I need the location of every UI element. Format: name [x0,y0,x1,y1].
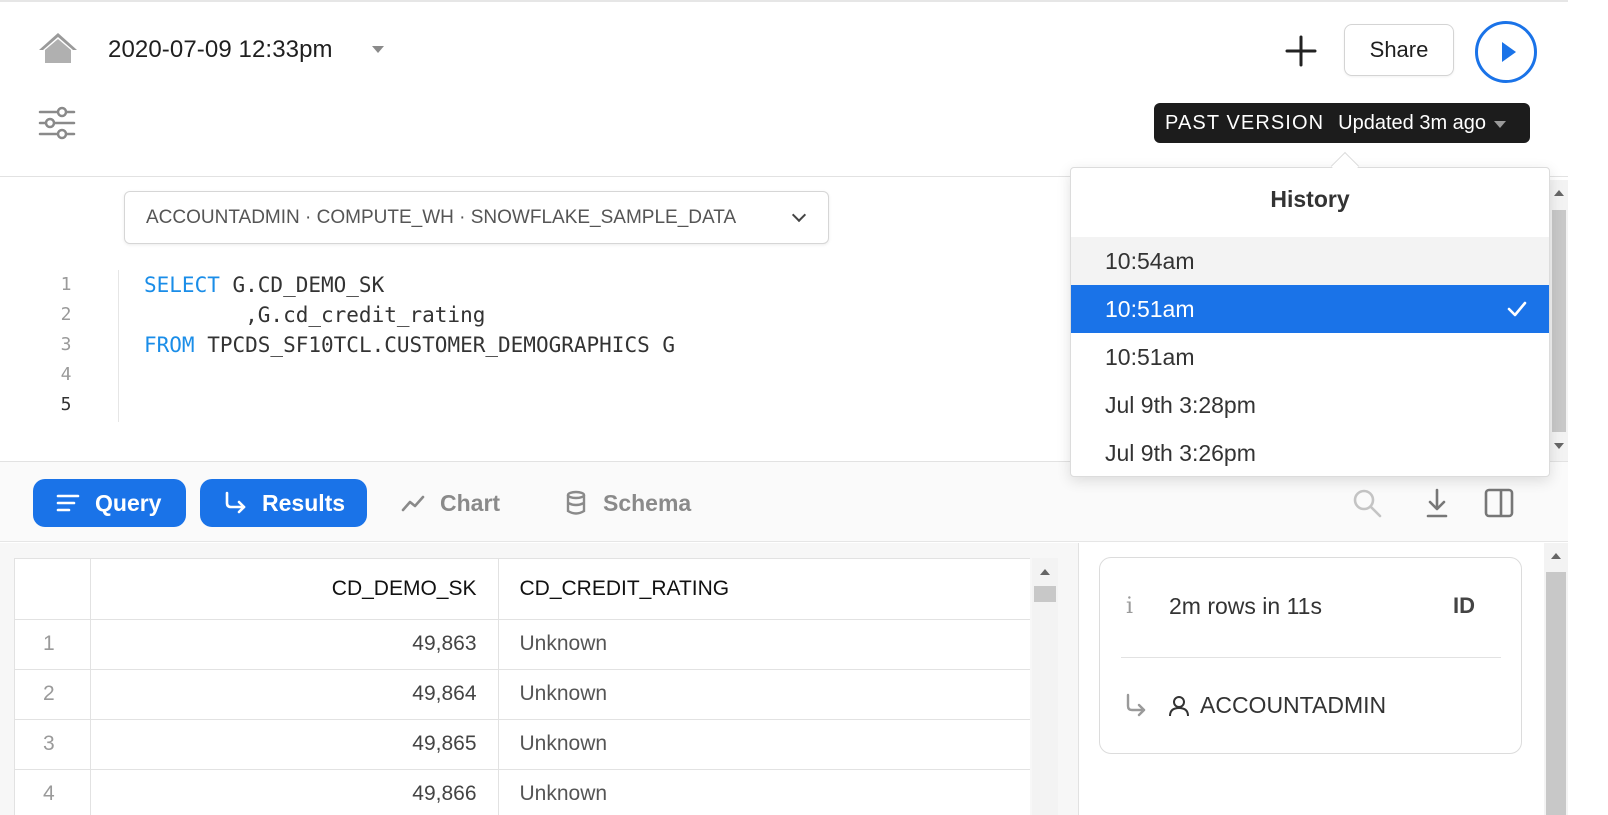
chevron-down-icon [791,207,807,223]
return-arrow-icon [225,491,246,514]
row-index: 3 [15,719,91,770]
table-row[interactable]: 1 49,863 Unknown [15,619,1030,670]
line-number: 1 [60,274,72,295]
lines-icon [56,494,80,512]
row-index: 2 [15,669,91,720]
column-header[interactable]: CD_CREDIT_RATING [498,559,1030,620]
table-cell[interactable]: Unknown [498,769,1030,815]
table-cell[interactable]: Unknown [498,619,1030,670]
results-table: CD_DEMO_SK CD_CREDIT_RATING 1 49,863 Unk… [14,558,1030,815]
table-cell[interactable]: 49,865 [90,719,499,770]
context-selector[interactable]: ACCOUNTADMIN · COMPUTE_WH · SNOWFLAKE_SA… [124,191,829,244]
return-arrow-icon [1124,692,1148,718]
table-row[interactable]: 4 49,866 Unknown [15,769,1030,815]
sql-editor[interactable]: SELECT G.CD_DEMO_SK ,G.cd_credit_rating … [144,270,675,420]
table-scroll-thumb[interactable] [1034,586,1056,602]
home-icon[interactable] [36,30,80,66]
history-item-label: 10:51am [1105,295,1195,322]
history-item[interactable]: 10:54am [1071,237,1549,285]
code-line: SELECT G.CD_DEMO_SK [144,270,675,300]
database-icon [566,490,586,515]
info-icon: i [1126,594,1134,619]
scroll-down-icon[interactable] [1554,443,1564,449]
card-divider [1121,657,1501,658]
tab-query[interactable]: Query [33,479,186,527]
split-panel-icon[interactable] [1482,486,1516,520]
add-icon[interactable] [1280,30,1322,72]
code-text: TPCDS_SF10TCL.CUSTOMER_DEMOGRAPHICS G [194,333,676,357]
table-cell[interactable]: 49,866 [90,769,499,815]
user-icon [1167,694,1191,718]
version-dropdown-icon [1494,120,1507,128]
sql-keyword: SELECT [144,273,220,297]
history-title: History [1270,186,1350,212]
row-index-header [15,559,91,620]
search-icon[interactable] [1350,486,1384,520]
row-index: 1 [15,619,91,670]
code-text: G.CD_DEMO_SK [219,273,385,297]
run-button[interactable] [1475,21,1537,83]
panel-divider [1078,543,1079,815]
tab-results-label: Results [262,489,346,516]
line-gutter: 1 2 3 4 5 [40,270,92,420]
tab-schema[interactable]: Schema [563,479,713,527]
check-icon [1507,301,1527,317]
line-number: 4 [60,364,72,385]
version-status: Updated 3m ago [1338,111,1487,134]
top-border [0,0,1568,2]
tab-chart[interactable]: Chart [400,479,530,527]
table-cell[interactable]: Unknown [498,669,1030,720]
gutter-divider [118,270,119,422]
table-cell[interactable]: 49,864 [90,669,499,720]
scroll-up-icon[interactable] [1040,569,1050,575]
code-line: FROM TPCDS_SF10TCL.CUSTOMER_DEMOGRAPHICS… [144,330,675,360]
role-name: ACCOUNTADMIN [1200,692,1387,718]
download-icon[interactable] [1420,486,1454,520]
query-id-label[interactable]: ID [1453,593,1475,619]
history-item[interactable]: 10:51am [1071,333,1549,381]
context-text: ACCOUNTADMIN · COMPUTE_WH · SNOWFLAKE_SA… [146,206,737,228]
version-selector[interactable]: PAST VERSION Updated 3m ago [1154,103,1530,143]
history-item[interactable]: Jul 9th 3:28pm [1071,381,1549,429]
editor-scroll-thumb[interactable] [1552,210,1566,432]
sliders-icon[interactable] [38,106,76,140]
table-row[interactable]: 2 49,864 Unknown [15,669,1030,720]
table-row[interactable]: 3 49,865 Unknown [15,719,1030,770]
history-item[interactable]: Jul 9th 3:26pm [1071,429,1549,477]
table-cell[interactable]: Unknown [498,719,1030,770]
panel-scroll-thumb[interactable] [1546,572,1566,815]
history-item-selected[interactable]: 10:51am [1071,285,1549,333]
scroll-up-icon[interactable] [1551,553,1561,559]
table-cell[interactable]: 49,863 [90,619,499,670]
scroll-up-icon[interactable] [1554,190,1564,196]
sql-keyword: FROM [144,333,195,357]
table-header-row: CD_DEMO_SK CD_CREDIT_RATING [15,559,1030,620]
share-button[interactable]: Share [1344,24,1454,76]
column-header[interactable]: CD_DEMO_SK [90,559,499,620]
title-dropdown-icon[interactable] [372,46,384,53]
past-version-label: PAST VERSION [1165,111,1325,134]
row-index: 4 [15,769,91,815]
tab-query-label: Query [95,489,162,516]
code-line: ,G.cd_credit_rating [144,303,486,327]
worksheet-title[interactable]: 2020-07-09 12:33pm [108,36,333,64]
tab-results[interactable]: Results [200,479,367,527]
rows-summary: 2m rows in 11s [1169,593,1322,619]
tab-chart-label: Chart [440,489,501,516]
query-details-card [1099,557,1522,754]
line-number: 2 [60,304,72,325]
line-number: 5 [60,394,72,415]
tab-schema-label: Schema [603,489,692,516]
line-chart-icon [401,495,425,512]
line-number: 3 [60,334,72,355]
